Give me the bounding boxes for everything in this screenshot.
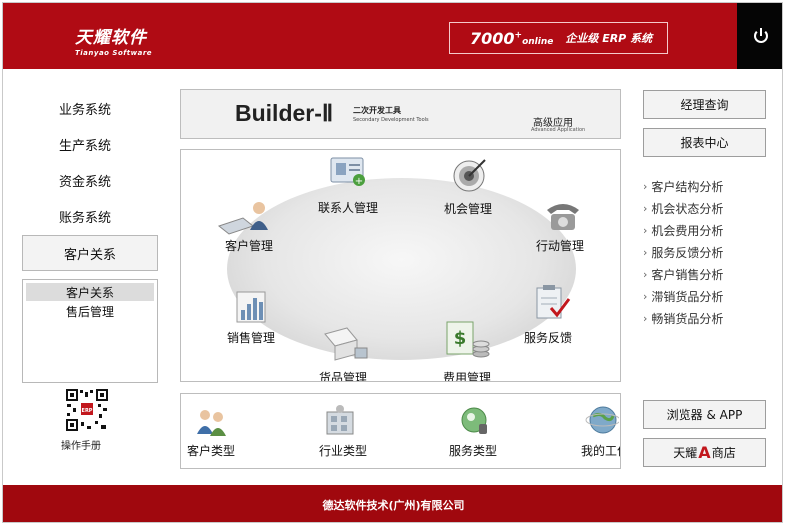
- telephone-icon[interactable]: [541, 196, 585, 236]
- analysis-item[interactable]: › 服务反馈分析: [643, 241, 723, 263]
- erp-version-group: 7000+online: [470, 29, 553, 48]
- store-suffix: 商店: [711, 446, 736, 460]
- analysis-item[interactable]: › 机会费用分析: [643, 219, 723, 241]
- logo-english: Tianyao Software: [75, 49, 153, 57]
- chevron-right-icon: ›: [643, 289, 648, 303]
- sidebar-subpanel: 客户关系 售后管理: [22, 279, 158, 383]
- chevron-right-icon: ›: [643, 311, 648, 325]
- analysis-label: 畅销货品分析: [651, 311, 724, 326]
- erp-online: online: [522, 36, 554, 47]
- manager-query-button[interactable]: 经理查询: [643, 90, 766, 119]
- category-industry-type[interactable]: 行业类型: [319, 442, 367, 459]
- header-bar: 天耀软件 Tianyao Software 7000+online 企业级 ER…: [3, 3, 782, 69]
- analysis-list: › 客户结构分析 › 机会状态分析 › 机会费用分析 › 服务反馈分析 › 客户销售分析 …: [643, 175, 723, 329]
- expense-icon[interactable]: $: [443, 318, 491, 362]
- analysis-label: 机会费用分析: [651, 223, 724, 238]
- module-goods[interactable]: 货品管理: [319, 369, 367, 381]
- clipboard-check-icon[interactable]: [531, 282, 575, 322]
- category-service-type[interactable]: 服务类型: [449, 442, 497, 459]
- analysis-item[interactable]: › 机会状态分析: [643, 197, 723, 219]
- store-a-logo: A: [698, 443, 711, 462]
- people-icon[interactable]: [195, 406, 229, 438]
- chevron-right-icon: ›: [643, 245, 648, 259]
- analysis-label: 滞销货品分析: [651, 289, 724, 304]
- analysis-label: 机会状态分析: [651, 201, 724, 216]
- subitem-customer-relations[interactable]: 客户关系: [26, 283, 154, 301]
- svg-text:ERP: ERP: [82, 408, 93, 414]
- builder-title: Builder-Ⅱ: [235, 100, 334, 126]
- customer-icon[interactable]: [217, 198, 271, 238]
- analysis-item[interactable]: › 客户销售分析: [643, 263, 723, 285]
- module-opportunities[interactable]: 机会管理: [444, 200, 492, 217]
- sales-chart-icon[interactable]: [231, 288, 275, 328]
- contact-card-icon[interactable]: +: [327, 154, 371, 194]
- builder-subtitle-en: Secondary Development Tools: [353, 117, 429, 123]
- module-expenses[interactable]: 费用管理: [443, 369, 491, 381]
- industry-icon[interactable]: [323, 404, 359, 438]
- user-manual-link[interactable]: 操作手册: [59, 437, 103, 452]
- target-icon[interactable]: [449, 154, 493, 194]
- goods-icon[interactable]: [321, 324, 369, 364]
- footer-bar: 德达软件技术(广州)有限公司: [3, 485, 782, 522]
- service-icon[interactable]: [457, 404, 491, 438]
- erp-title-box: 7000+online 企业级 ERP 系统: [449, 22, 668, 54]
- power-icon: [753, 28, 768, 43]
- analysis-item[interactable]: › 畅销货品分析: [643, 307, 723, 329]
- analysis-label: 客户结构分析: [651, 179, 724, 194]
- analysis-item[interactable]: › 滞销货品分析: [643, 285, 723, 307]
- chevron-right-icon: ›: [643, 201, 648, 215]
- module-contacts[interactable]: 联系人管理: [318, 199, 378, 216]
- chevron-right-icon: ›: [643, 179, 648, 193]
- sidebar-item-funds[interactable]: 资金系统: [59, 171, 111, 190]
- category-my-work[interactable]: 我的工作: [581, 442, 620, 459]
- brand-logo: 天耀软件 Tianyao Software: [75, 23, 152, 57]
- category-customer-type[interactable]: 客户类型: [187, 442, 235, 459]
- report-center-button[interactable]: 报表中心: [643, 128, 766, 157]
- builder-banner[interactable]: Builder-Ⅱ 二次开发工具 Secondary Development T…: [180, 89, 621, 139]
- module-service-feedback[interactable]: 服务反馈: [524, 329, 572, 346]
- module-customers[interactable]: 客户管理: [225, 237, 273, 254]
- power-button[interactable]: [737, 3, 782, 69]
- sidebar-item-accounting[interactable]: 账务系统: [59, 207, 111, 226]
- logo-chinese: 天耀软件: [75, 28, 147, 48]
- browser-app-button[interactable]: 浏览器 & APP: [643, 400, 766, 429]
- subitem-after-sales[interactable]: 售后管理: [26, 302, 154, 320]
- analysis-label: 客户销售分析: [651, 267, 724, 282]
- erp-subtitle: 企业级 ERP 系统: [565, 32, 653, 45]
- store-prefix: 天耀: [673, 446, 698, 460]
- category-strip: 客户类型 行业类型 服务类型 我的工作: [180, 393, 621, 469]
- sidebar-item-customer-relations[interactable]: 客户关系: [22, 235, 158, 271]
- analysis-item[interactable]: › 客户结构分析: [643, 175, 723, 197]
- erp-plus: +: [514, 30, 523, 41]
- svg-text:+: +: [355, 176, 363, 187]
- chevron-right-icon: ›: [643, 223, 648, 237]
- app-window: 天耀软件 Tianyao Software 7000+online 企业级 ER…: [2, 2, 783, 523]
- app-store-button[interactable]: 天耀 A 商店: [643, 438, 766, 467]
- svg-text:$: $: [454, 328, 467, 349]
- sidebar-item-production[interactable]: 生产系统: [59, 135, 111, 154]
- crm-module-diagram: + 联系人管理 机会管理 客户管理 行动管理 销售管理 服务反馈 货品管理 $ …: [180, 149, 621, 382]
- analysis-label: 服务反馈分析: [651, 245, 724, 260]
- builder-subtitle-cn: 二次开发工具: [353, 106, 401, 115]
- company-name: 德达软件技术(广州)有限公司: [322, 498, 465, 512]
- erp-version: 7000: [470, 28, 515, 48]
- module-sales[interactable]: 销售管理: [227, 329, 275, 346]
- sidebar-item-business[interactable]: 业务系统: [59, 99, 111, 118]
- globe-icon[interactable]: [583, 404, 619, 438]
- module-actions[interactable]: 行动管理: [536, 237, 584, 254]
- advanced-app-en: Advanced Application: [531, 127, 586, 133]
- chevron-right-icon: ›: [643, 267, 648, 281]
- qr-code-icon[interactable]: ERP: [65, 388, 109, 432]
